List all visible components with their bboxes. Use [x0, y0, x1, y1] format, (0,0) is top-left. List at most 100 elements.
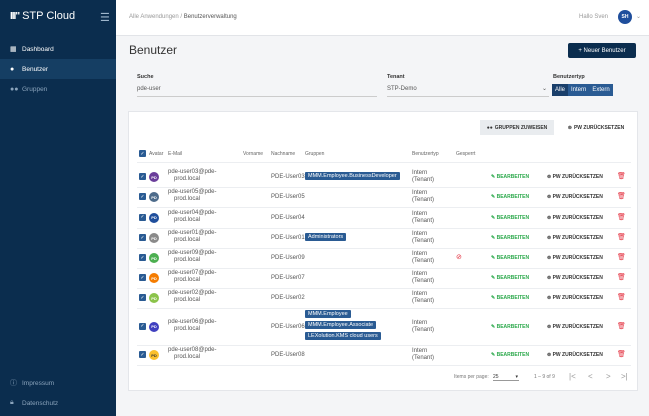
group-chip: MMM.Employee: [305, 310, 351, 318]
first-page-icon[interactable]: |<: [569, 372, 576, 381]
edit-button[interactable]: ✎ BEARBEITEN: [491, 352, 529, 358]
sidebar-item-dashboard[interactable]: ▦ Dashboard: [0, 39, 116, 59]
column-header-blocked[interactable]: Gesperrt: [456, 151, 475, 157]
edit-button[interactable]: ✎ BEARBEITEN: [491, 295, 529, 301]
user-icon: ●: [10, 65, 15, 73]
row-reset-pw-button[interactable]: ⊚ PW ZURÜCKSETZEN: [547, 255, 603, 261]
column-header-usertype[interactable]: Benutzertyp: [412, 151, 439, 157]
usertype-line: Intern: [412, 319, 428, 326]
sidebar-item-impressum[interactable]: ⓘ Impressum: [0, 373, 116, 393]
search-input[interactable]: pde-user: [137, 83, 377, 97]
hamburger-icon[interactable]: ☰: [100, 11, 110, 24]
breadcrumb-root[interactable]: Alle Anwendungen: [129, 14, 179, 20]
delete-icon[interactable]: 🗑︎: [617, 350, 626, 358]
sidebar-item-datenschutz[interactable]: 🔒︎ Datenschutz: [0, 393, 116, 413]
row-reset-pw-button[interactable]: ⊚ PW ZURÜCKSETZEN: [547, 174, 603, 180]
email-line: prod.local: [174, 176, 201, 182]
reset-label: PW ZURÜCKSETZEN: [552, 194, 603, 200]
dashboard-icon: ▦: [10, 46, 17, 53]
row-reset-pw-button[interactable]: ⊚ PW ZURÜCKSETZEN: [547, 194, 603, 200]
delete-icon[interactable]: 🗑︎: [617, 213, 626, 221]
sidebar-item-benutzer[interactable]: ● Benutzer: [0, 59, 116, 79]
last-page-icon[interactable]: >|: [621, 372, 628, 381]
column-header-avatar[interactable]: Avatar: [149, 151, 163, 157]
delete-icon[interactable]: 🗑︎: [617, 192, 626, 200]
column-header-email[interactable]: E-Mail: [168, 151, 182, 157]
row-checkbox[interactable]: ✓: [139, 173, 146, 180]
caret-down-icon: ▾: [515, 374, 518, 380]
select-all-checkbox[interactable]: ✓: [139, 150, 146, 157]
tenant-select[interactable]: STP-Demo ⌄: [387, 83, 549, 97]
key-icon: ⊚: [547, 323, 552, 330]
edit-icon: ✎: [491, 255, 496, 261]
avatar: PD: [149, 273, 159, 283]
items-per-page-select[interactable]: 25 ▾: [493, 374, 519, 381]
edit-icon: ✎: [491, 214, 496, 221]
column-header-firstname[interactable]: Vorname: [243, 151, 263, 157]
row-checkbox[interactable]: ✓: [139, 234, 146, 241]
delete-icon[interactable]: 🗑︎: [617, 322, 626, 330]
row-checkbox[interactable]: ✓: [139, 254, 146, 261]
key-icon: ⊚: [547, 295, 552, 301]
row-reset-pw-button[interactable]: ⊚ PW ZURÜCKSETZEN: [547, 324, 603, 330]
type-option-intern[interactable]: Intern: [568, 84, 590, 96]
search-label: Suche: [137, 74, 154, 80]
delete-icon[interactable]: 🗑︎: [617, 293, 626, 301]
type-option-extern[interactable]: Extern: [589, 84, 613, 96]
sidebar-item-label: Dashboard: [22, 45, 54, 53]
email: pde-user06@pde-prod.local: [168, 319, 216, 333]
sidebar-item-label: Gruppen: [22, 85, 48, 93]
edit-button[interactable]: ✎ BEARBEITEN: [491, 275, 529, 281]
row-checkbox[interactable]: ✓: [139, 322, 146, 330]
reset-pw-button[interactable]: ⊚ PW ZURÜCKSETZEN: [560, 120, 632, 135]
row-checkbox[interactable]: ✓: [139, 274, 146, 281]
new-user-button[interactable]: + Neuer Benutzer: [568, 43, 636, 58]
prev-page-icon[interactable]: <: [588, 372, 593, 381]
group-chip: LEXolution.KMS cloud users: [305, 332, 381, 340]
row-checkbox[interactable]: ✓: [139, 351, 146, 358]
column-header-groups[interactable]: Gruppen: [305, 151, 324, 157]
user-avatar[interactable]: SH: [618, 10, 632, 24]
brand[interactable]: III" STP Cloud: [10, 10, 75, 22]
edit-button[interactable]: ✎ BEARBEITEN: [491, 215, 529, 221]
usertype-line: (Tenant): [412, 217, 435, 224]
delete-icon[interactable]: 🗑︎: [617, 273, 626, 281]
usertype-line: Intern: [412, 348, 428, 354]
chevron-down-icon[interactable]: ⌄: [636, 13, 641, 20]
delete-icon[interactable]: 🗑︎: [617, 233, 626, 241]
key-icon: ⊚: [567, 124, 572, 131]
edit-button[interactable]: ✎ BEARBEITEN: [491, 324, 529, 330]
divider: [137, 345, 631, 346]
type-option-alle[interactable]: Alle: [552, 84, 569, 96]
usertype: Intern (Tenant): [412, 348, 434, 362]
email-line: prod.local: [174, 297, 201, 303]
usertype: Intern (Tenant): [412, 170, 434, 184]
row-reset-pw-button[interactable]: ⊚ PW ZURÜCKSETZEN: [547, 352, 603, 358]
row-checkbox[interactable]: ✓: [139, 294, 146, 301]
key-icon: ⊚: [547, 352, 552, 358]
edit-button[interactable]: ✎ BEARBEITEN: [491, 235, 529, 241]
email-line: pde-user08@pde-: [168, 347, 217, 353]
email-line: prod.local: [174, 237, 201, 243]
row-checkbox[interactable]: ✓: [139, 193, 146, 200]
edit-button[interactable]: ✎ BEARBEITEN: [491, 174, 529, 180]
assign-groups-button[interactable]: ●● GRUPPEN ZUWEISEN: [480, 120, 554, 135]
delete-icon[interactable]: 🗑︎: [617, 172, 626, 180]
breadcrumb: Alle Anwendungen / Benutzerverwaltung: [129, 14, 237, 20]
row-reset-pw-button[interactable]: ⊚ PW ZURÜCKSETZEN: [547, 275, 603, 281]
key-icon: ⊚: [547, 214, 552, 221]
key-icon: ⊚: [547, 275, 552, 281]
edit-button[interactable]: ✎ BEARBEITEN: [491, 194, 529, 200]
row-checkbox[interactable]: ✓: [139, 213, 146, 221]
row-reset-pw-button[interactable]: ⊚ PW ZURÜCKSETZEN: [547, 295, 603, 301]
row-reset-pw-button[interactable]: ⊚ PW ZURÜCKSETZEN: [547, 215, 603, 221]
row-reset-pw-button[interactable]: ⊚ PW ZURÜCKSETZEN: [547, 235, 603, 241]
group-chip: MMM.Employee.BusinessDeveloper: [305, 171, 400, 180]
edit-icon: ✎: [491, 275, 496, 281]
edit-button[interactable]: ✎ BEARBEITEN: [491, 255, 529, 261]
column-header-lastname[interactable]: Nachname: [271, 151, 295, 157]
email-line: prod.local: [174, 196, 201, 202]
sidebar-item-gruppen[interactable]: ●● Gruppen: [0, 79, 116, 99]
delete-icon[interactable]: 🗑︎: [617, 253, 626, 261]
next-page-icon[interactable]: >: [606, 372, 611, 381]
